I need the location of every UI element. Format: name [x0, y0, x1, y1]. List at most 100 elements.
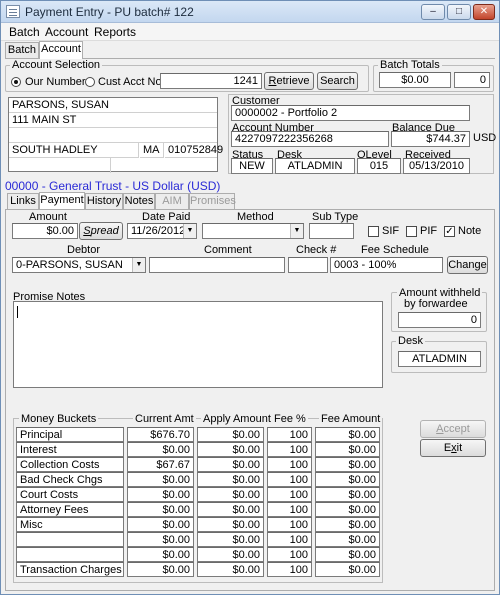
our-number-label: Our Number	[25, 76, 86, 88]
apply-amount-input[interactable]: $0.00	[197, 457, 264, 472]
current-amt-cell: $0.00	[127, 562, 194, 577]
tab-aim[interactable]: AIM	[155, 193, 189, 209]
cust-acct-radio[interactable]	[85, 77, 95, 87]
apply-amount-input[interactable]: $0.00	[197, 547, 264, 562]
fee-pct-input[interactable]: 100	[267, 547, 312, 562]
method-dropdown-icon[interactable]: ▼	[290, 224, 303, 238]
fee-amount-input[interactable]: $0.00	[315, 427, 380, 442]
apply-amount-input[interactable]: $0.00	[197, 472, 264, 487]
tab-promises[interactable]: Promises	[189, 193, 236, 209]
fee-pct-input[interactable]: 100	[267, 517, 312, 532]
menu-batch[interactable]: Batch	[9, 25, 40, 39]
fee-amount-input[interactable]: $0.00	[315, 442, 380, 457]
table-row: Collection Costs $67.67 $0.00 100 $0.00	[16, 457, 381, 472]
fee-amount-input[interactable]: $0.00	[315, 502, 380, 517]
debtor-dropdown-icon[interactable]: ▼	[132, 258, 145, 272]
account-selection-legend: Account Selection	[12, 59, 101, 71]
fee-pct-input[interactable]: 100	[267, 442, 312, 457]
withheld-input[interactable]: 0	[398, 312, 481, 328]
apply-amount-input[interactable]: $0.00	[197, 487, 264, 502]
fee-pct-input[interactable]: 100	[267, 472, 312, 487]
current-amt-cell: $0.00	[127, 487, 194, 502]
apply-amount-input[interactable]: $0.00	[197, 562, 264, 577]
bucket-name: Attorney Fees	[16, 502, 124, 517]
menu-bar: Batch Account Reports	[1, 23, 499, 41]
sif-checkbox[interactable]	[368, 226, 379, 237]
method-select[interactable]: ▼	[202, 223, 304, 239]
maximize-button[interactable]: □	[447, 4, 471, 20]
tab-payment[interactable]: Payment	[39, 192, 85, 209]
address-street: 111 MAIN ST	[9, 113, 217, 128]
current-amt-cell: $67.67	[127, 457, 194, 472]
bucket-name	[16, 547, 124, 562]
batch-totals-legend: Batch Totals	[380, 59, 440, 71]
current-amt-cell: $0.00	[127, 547, 194, 562]
current-amt-cell: $676.70	[127, 427, 194, 442]
check-number-input[interactable]	[288, 257, 328, 273]
spread-button[interactable]: Spread	[79, 222, 123, 240]
apply-amount-input[interactable]: $0.00	[197, 442, 264, 457]
tab-links[interactable]: Links	[7, 193, 39, 209]
fee-amount-input[interactable]: $0.00	[315, 472, 380, 487]
fee-pct-input[interactable]: 100	[267, 427, 312, 442]
exit-button[interactable]: Exit	[420, 439, 486, 457]
debtor-label: Debtor	[67, 244, 101, 256]
table-row: Attorney Fees $0.00 $0.00 100 $0.00	[16, 502, 381, 517]
fee-amount-input[interactable]: $0.00	[315, 532, 380, 547]
account-number-field: 4227097222356268	[231, 131, 389, 147]
note-label: Note	[458, 225, 482, 237]
address-line3	[9, 128, 217, 143]
status-field: NEW	[231, 158, 273, 174]
apply-amount-input[interactable]: $0.00	[197, 517, 264, 532]
fee-pct-input[interactable]: 100	[267, 502, 312, 517]
subtype-input[interactable]	[309, 223, 354, 239]
amount-input[interactable]: $0.00	[12, 223, 78, 239]
apply-amount-input[interactable]: $0.00	[197, 427, 264, 442]
currency-label: USD	[473, 132, 497, 144]
apply-amount-input[interactable]: $0.00	[197, 532, 264, 547]
fee-pct-input[interactable]: 100	[267, 562, 312, 577]
money-buckets-table: Principal $676.70 $0.00 100 $0.00 Intere…	[16, 427, 381, 577]
tab-history[interactable]: History	[85, 193, 123, 209]
fee-pct-input[interactable]: 100	[267, 532, 312, 547]
tab-notes[interactable]: Notes	[123, 193, 155, 209]
minimize-button[interactable]: –	[421, 4, 445, 20]
fee-pct-input[interactable]: 100	[267, 487, 312, 502]
debtor-value: 0-PARSONS, SUSAN	[16, 259, 123, 271]
retrieve-button[interactable]: Retrieve	[264, 72, 314, 90]
accept-button[interactable]: Accept	[420, 420, 486, 438]
fee-amount-input[interactable]: $0.00	[315, 517, 380, 532]
fee-pct-input[interactable]: 100	[267, 457, 312, 472]
address-block: PARSONS, SUSAN 111 MAIN ST SOUTH HADLEY …	[8, 97, 223, 173]
note-checkbox[interactable]: ✓	[444, 226, 455, 237]
change-button[interactable]: Change	[447, 256, 488, 274]
fee-amount-input[interactable]: $0.00	[315, 562, 380, 577]
date-dropdown-icon[interactable]: ▼	[183, 224, 196, 238]
comment-input[interactable]	[149, 257, 285, 273]
tab-account[interactable]: Account	[39, 41, 83, 59]
address-extra-1	[9, 158, 111, 173]
account-number-input[interactable]: 1241	[160, 73, 262, 89]
debtor-select[interactable]: 0-PARSONS, SUSAN ▼	[12, 257, 146, 273]
date-paid-input[interactable]: 11/26/2012 ▼	[127, 223, 197, 239]
window-title: Payment Entry - PU batch# 122	[25, 5, 194, 19]
address-zip: 010752849	[165, 143, 223, 158]
apply-amount-input[interactable]: $0.00	[197, 502, 264, 517]
check-number-label: Check #	[296, 244, 337, 256]
search-button[interactable]: Search	[317, 72, 358, 90]
close-button[interactable]: ✕	[473, 4, 495, 20]
menu-account[interactable]: Account	[45, 25, 88, 39]
our-number-radio[interactable]	[11, 77, 21, 87]
pif-checkbox[interactable]	[406, 226, 417, 237]
table-row: Interest $0.00 $0.00 100 $0.00	[16, 442, 381, 457]
fee-pct-header: Fee %	[272, 413, 308, 425]
balance-due-field: $744.37	[391, 131, 470, 147]
table-row: Court Costs $0.00 $0.00 100 $0.00	[16, 487, 381, 502]
address-state: MA	[140, 143, 164, 158]
menu-reports[interactable]: Reports	[94, 25, 136, 39]
fee-amount-input[interactable]: $0.00	[315, 547, 380, 562]
fee-amount-input[interactable]: $0.00	[315, 487, 380, 502]
tab-batch[interactable]: Batch	[5, 42, 39, 59]
fee-amount-input[interactable]: $0.00	[315, 457, 380, 472]
promise-notes-textarea[interactable]	[13, 301, 383, 388]
